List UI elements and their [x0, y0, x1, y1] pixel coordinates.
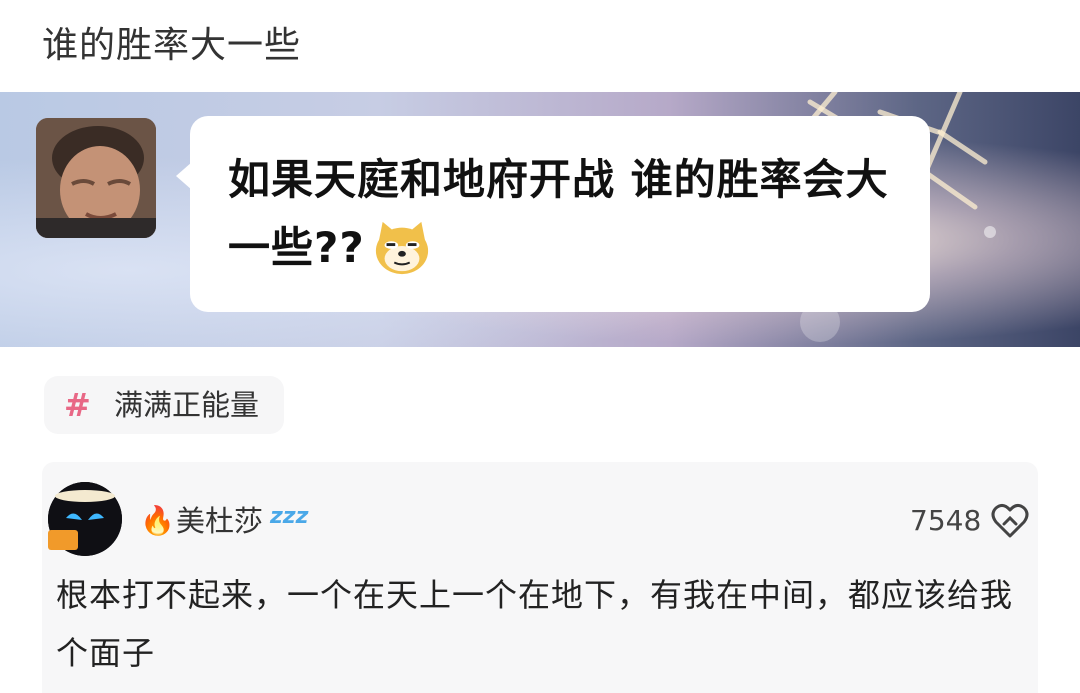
topic-tag-label: 满满正能量 [114, 388, 260, 422]
masked-hero-avatar-icon [48, 482, 122, 556]
like-count: 7548 [910, 504, 982, 537]
question-text: 如果天庭和地府开战 谁的胜率会大一些?? [228, 146, 908, 282]
post-image[interactable]: 如果天庭和地府开战 谁的胜率会大一些?? [0, 92, 1080, 347]
post-title: 谁的胜率大一些 [42, 25, 302, 66]
sleep-badge-icon: zzz [270, 504, 309, 529]
comment-text: 根本打不起来，一个在天上一个在地下，有我在中间，都应该给我个面子 [56, 576, 1014, 672]
topic-tag[interactable]: # 满满正能量 [44, 376, 284, 434]
question-label: 如果天庭和地府开战 谁的胜率会大一些?? [228, 155, 889, 272]
doge-emoji-icon [375, 221, 428, 274]
poster-avatar[interactable] [36, 118, 156, 238]
fire-badge-icon: 🔥 [140, 504, 175, 537]
post-title-bar: 谁的胜率大一些 [0, 0, 1080, 92]
person-photo-icon [36, 118, 156, 238]
commenter-avatar[interactable] [48, 482, 122, 556]
hot-comment: 🔥 美杜莎 zzz 7548 根本打不起来，一个在天上一个在地下，有我在中间，都… [42, 462, 1038, 693]
speech-bubble: 如果天庭和地府开战 谁的胜率会大一些?? [190, 116, 930, 312]
commenter-username[interactable]: 美杜莎 [176, 504, 263, 538]
like-heart-icon[interactable] [990, 502, 1030, 540]
hash-icon: # [64, 386, 91, 424]
